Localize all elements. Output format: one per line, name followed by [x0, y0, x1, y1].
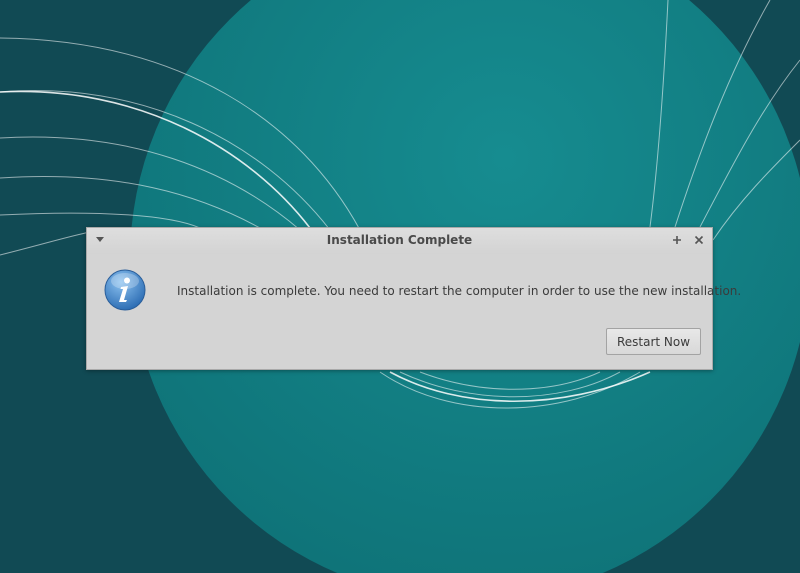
restart-now-button[interactable]: Restart Now [606, 328, 701, 355]
dialog-title: Installation Complete [326, 233, 473, 247]
maximize-icon[interactable] [670, 233, 684, 247]
dialog-message: Installation is complete. You need to re… [177, 284, 742, 298]
close-icon[interactable] [692, 233, 706, 247]
installation-complete-dialog: Installation Complete Installation is co… [86, 227, 741, 370]
info-icon [104, 269, 146, 311]
desktop: Installation Complete Installation is co… [0, 0, 800, 573]
titlebar[interactable]: Installation Complete [87, 228, 712, 254]
